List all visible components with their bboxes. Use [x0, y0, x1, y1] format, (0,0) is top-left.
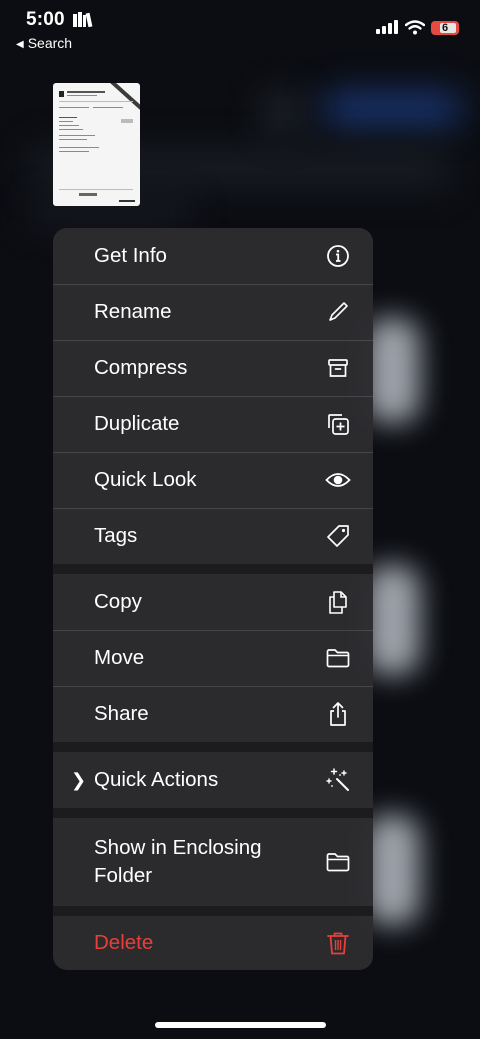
- trash-icon: [327, 932, 349, 955]
- menu-item-label: Duplicate: [94, 412, 180, 435]
- blurred-thumbnail: [365, 565, 420, 675]
- menu-item-compress[interactable]: Compress: [53, 340, 373, 396]
- menu-group-separator: [53, 564, 373, 574]
- menu-item-label: Move: [94, 646, 145, 669]
- archive-box-icon: [328, 359, 348, 377]
- menu-item-share[interactable]: Share: [53, 686, 373, 742]
- menu-item-label: Quick Actions: [94, 768, 219, 791]
- sparkle-wand-icon: [326, 768, 349, 791]
- menu-item-move[interactable]: Move: [53, 630, 373, 686]
- menu-item-label: Copy: [94, 590, 142, 613]
- duplicate-plus-icon: [328, 414, 349, 435]
- menu-item-quick-look[interactable]: Quick Look: [53, 452, 373, 508]
- blurred-thumbnail: [365, 318, 420, 423]
- menu-item-show-in-enclosing-folder[interactable]: Show in Enclosing Folder: [53, 818, 373, 906]
- battery-indicator: 6: [431, 21, 459, 35]
- books-icon: [73, 12, 93, 27]
- menu-item-tags[interactable]: Tags: [53, 508, 373, 564]
- back-label: Search: [27, 35, 73, 51]
- menu-item-label: Get Info: [94, 244, 167, 267]
- wifi-icon: [405, 20, 425, 35]
- menu-item-label: Show in Enclosing Folder: [94, 836, 262, 887]
- blurred-button: [322, 95, 462, 123]
- menu-group-separator: [53, 906, 373, 916]
- folder-icon: [326, 853, 350, 872]
- document-thumbnail[interactable]: [53, 83, 140, 206]
- pencil-icon: [329, 302, 348, 321]
- menu-item-label: Quick Look: [94, 468, 197, 491]
- chevron-right-icon: ❯: [71, 769, 87, 790]
- context-menu: Get Info Rename Compress Duplicate Quick…: [53, 228, 373, 970]
- status-time: 5:00: [26, 9, 65, 30]
- menu-item-duplicate[interactable]: Duplicate: [53, 396, 373, 452]
- battery-level: 6: [441, 22, 449, 34]
- menu-item-delete[interactable]: Delete: [53, 916, 373, 970]
- thumbnail-corner-band: [98, 83, 140, 113]
- menu-item-rename[interactable]: Rename: [53, 284, 373, 340]
- info-circle-icon: [327, 245, 349, 267]
- folder-icon: [326, 649, 350, 668]
- share-icon: [330, 702, 346, 726]
- eye-icon: [325, 473, 351, 487]
- blurred-text: [30, 205, 190, 221]
- back-triangle-icon: ◀: [16, 39, 24, 50]
- menu-item-copy[interactable]: Copy: [53, 574, 373, 630]
- copy-documents-icon: [329, 591, 347, 614]
- menu-item-quick-actions[interactable]: ❯ Quick Actions: [53, 752, 373, 808]
- menu-item-get-info[interactable]: Get Info: [53, 228, 373, 284]
- back-to-search-link[interactable]: ◀ Search: [16, 35, 72, 51]
- blurred-thumbnail: [365, 815, 420, 925]
- home-indicator[interactable]: [155, 1022, 326, 1028]
- cellular-signal-icon: [376, 20, 398, 34]
- menu-item-label: Rename: [94, 300, 172, 323]
- blurred-icon: [265, 95, 301, 131]
- menu-item-label: Compress: [94, 356, 188, 379]
- menu-item-label: Delete: [94, 931, 154, 954]
- menu-group-separator: [53, 808, 373, 818]
- menu-item-label: Tags: [94, 524, 138, 547]
- menu-item-label: Share: [94, 702, 149, 725]
- menu-group-separator: [53, 742, 373, 752]
- tag-icon: [327, 525, 349, 547]
